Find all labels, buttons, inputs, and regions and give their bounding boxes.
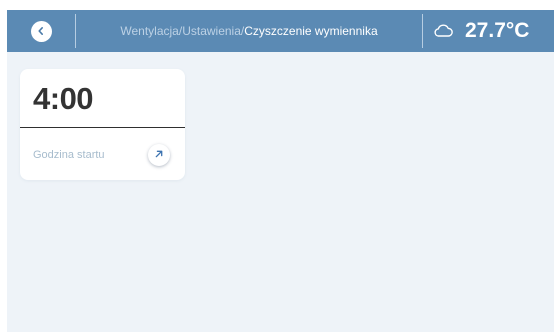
start-time-label: Godzina startu	[33, 149, 105, 161]
breadcrumb-current: Czyszczenie wymiennika	[244, 24, 378, 38]
header-divider	[422, 14, 423, 48]
screen: Wentylacja / Ustawienia / Czyszczenie wy…	[7, 10, 554, 332]
start-time-value: 4:00	[33, 81, 94, 116]
breadcrumb-item-ustawienia[interactable]: Ustawienia	[182, 24, 241, 38]
header-bar: Wentylacja / Ustawienia / Czyszczenie wy…	[7, 10, 554, 52]
chevron-left-icon[interactable]	[30, 20, 52, 42]
cloud-icon	[432, 22, 454, 43]
card-divider	[20, 127, 185, 128]
outdoor-temperature: 27.7°C	[465, 19, 530, 42]
weather-widget: 27.7°C	[424, 10, 554, 52]
start-time-card[interactable]: 4:00 Godzina startu	[20, 69, 185, 180]
breadcrumb-item-wentylacja[interactable]: Wentylacja	[120, 24, 178, 38]
breadcrumb: Wentylacja / Ustawienia / Czyszczenie wy…	[76, 10, 422, 52]
back-button[interactable]	[7, 10, 75, 52]
arrow-up-right-icon	[154, 146, 164, 164]
edit-button[interactable]	[148, 144, 170, 166]
